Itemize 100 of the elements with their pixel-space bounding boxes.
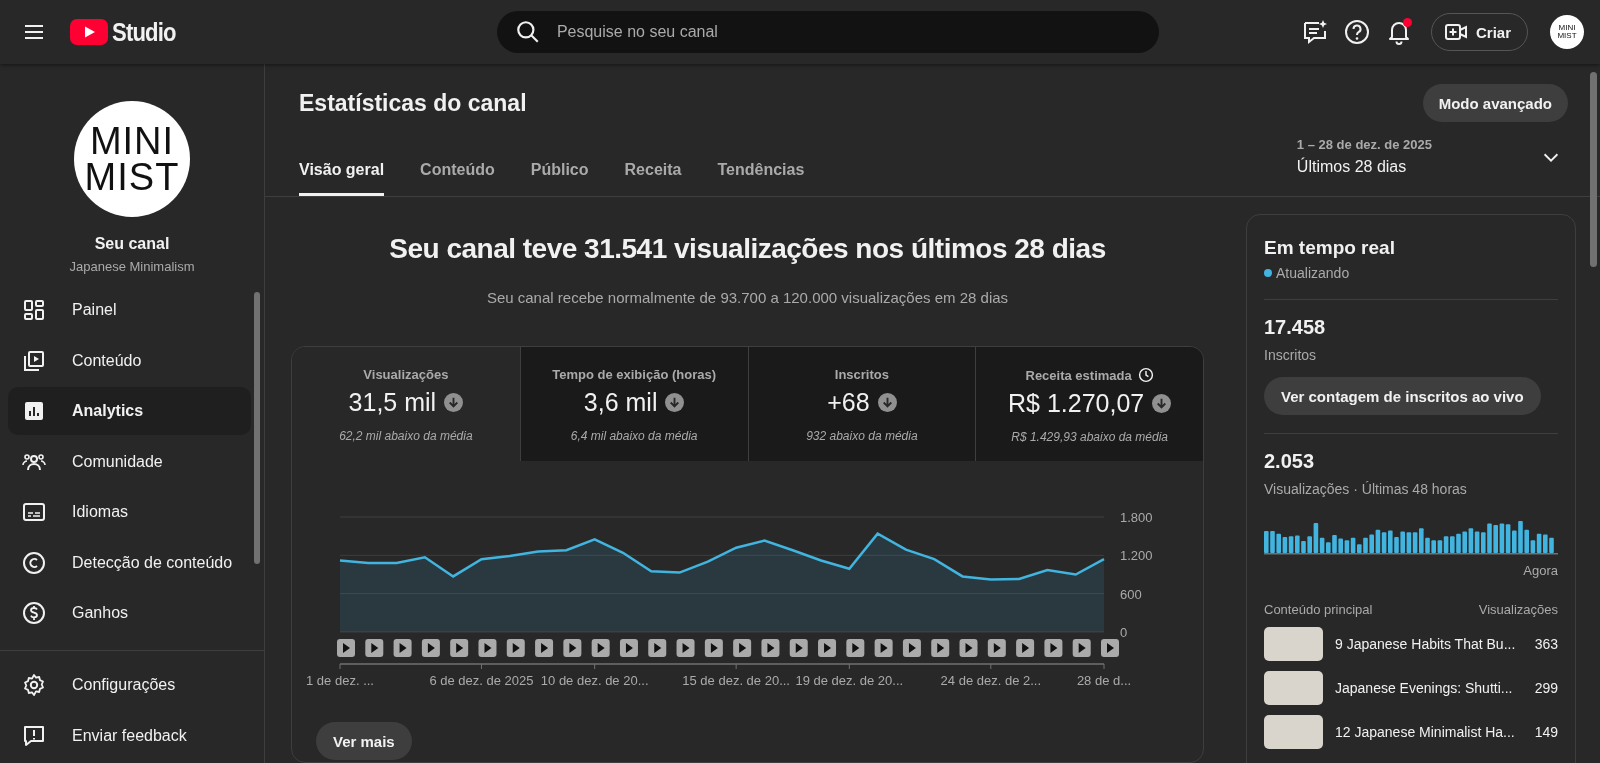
video-marker-icon[interactable] [535,639,554,657]
video-marker-icon[interactable] [874,639,893,657]
video-marker-icon[interactable] [365,639,384,657]
scrollbar[interactable] [254,292,260,564]
summary-text: Seu canal recebe normalmente de 93.700 a 120.000 visualizações em 28 dias [486,289,1009,306]
video-marker-icon[interactable] [1044,639,1063,657]
y-axis-label: 600 [1120,586,1142,602]
video-marker-icon[interactable] [619,639,638,657]
play-logo-icon[interactable] [70,19,108,45]
tab[interactable]: Conteúdo [420,161,495,196]
x-axis-label: 19 de dez. de 20... [795,673,904,688]
tab[interactable]: Visão geral [299,161,385,196]
y-axis-label: 0 [1120,625,1128,640]
metric-tab[interactable]: Tempo de exibição (horas) 3,6 mil 6,4 mil abaixo da média [519,347,748,461]
video-marker-icon[interactable] [846,639,865,657]
view-count: 299 [1534,680,1558,696]
axis-label: Agora [1522,563,1558,578]
video-marker-icon[interactable] [761,639,780,657]
dashboard-icon [22,298,46,322]
sidebar-item[interactable]: Analytics [8,387,251,435]
video-marker-icon[interactable] [337,639,355,657]
channel-avatar[interactable]: MINI MIST [1550,15,1584,49]
tab[interactable]: Tendências [717,161,805,196]
video-marker-icon[interactable] [733,639,752,657]
card-title: Em tempo real [1264,237,1396,259]
view-count: 149 [1534,724,1558,740]
view-label: Visualizações · Últimas 48 horas [1264,481,1468,497]
video-library-icon [22,348,46,373]
summary-headline: Seu canal teve 31.541 visualizações nos últimos 28 dias [389,233,1106,265]
video-marker-icon[interactable] [421,639,440,657]
video-marker-icon[interactable] [1072,639,1091,657]
sidebar-item[interactable]: Configurações [8,661,251,709]
video-marker-icon[interactable] [563,639,582,657]
sidebar-item[interactable]: Conteúdo [8,336,251,385]
x-axis-label: 10 de dez. de 20... [540,673,649,688]
video-marker-icon[interactable] [450,639,469,657]
x-axis-label: 1 de dez. ... [306,673,374,688]
dollar-icon [22,601,46,625]
see-more-button[interactable]: Ver mais [316,722,412,760]
video-marker-icon[interactable] [1101,639,1119,657]
logo-text[interactable]: Studio [112,16,176,48]
video-thumbnail-placeholder[interactable] [1264,627,1323,661]
x-axis-label: 24 de dez. de 2... [940,673,1042,688]
channel-logo[interactable]: MINI MIST [74,101,190,217]
search-icon [514,19,541,45]
view-count: 363 [1534,636,1558,652]
date-range-picker[interactable]: 1 – 28 de dez. de 2025 Últimos 28 dias [1290,136,1568,196]
help-icon[interactable] [1342,18,1371,46]
subtitles-icon [22,500,46,524]
video-marker-icon[interactable] [591,639,610,657]
video-marker-icon[interactable] [478,639,497,657]
subscriber-count: 17.458 [1264,316,1327,339]
video-marker-icon[interactable] [959,639,978,657]
copyright-icon [22,550,46,575]
video-marker-icon[interactable] [818,639,837,657]
sidebar-item[interactable]: Idiomas [8,488,251,536]
video-marker-icon[interactable] [676,639,695,657]
column-header: Visualizações [1478,602,1558,617]
y-axis-label: 1.200 [1120,548,1153,564]
video-marker-icon[interactable] [902,639,921,657]
video-marker-icon[interactable] [704,639,723,657]
video-thumbnail-placeholder[interactable] [1264,671,1323,705]
video-marker-icon[interactable] [789,639,808,657]
search-field[interactable]: Pesquise no seu canal [496,11,1159,53]
y-axis-label: 1.800 [1120,510,1153,525]
column-header: Conteúdo principal [1264,602,1373,617]
subscriber-label: Inscritos [1264,347,1318,363]
sidebar-item[interactable]: Detecção de conteúdo [8,538,251,587]
video-marker-icon[interactable] [506,639,525,657]
video-marker-icon[interactable] [648,639,667,657]
video-marker-icon[interactable] [1016,639,1035,657]
clock-icon [1137,367,1154,383]
video-title[interactable]: Japanese Evenings: Shutti... [1335,680,1523,696]
channel-name: Japanese Minimalism [69,259,195,274]
video-marker-icon[interactable] [987,639,1006,657]
video-title[interactable]: 9 Japanese Habits That Bu... [1335,636,1523,652]
status-dot-icon [1264,269,1272,277]
advanced-mode-button[interactable]: Modo avançado [1422,84,1568,122]
x-axis-label: 15 de dez. de 20... [682,673,790,688]
scrollbar[interactable] [1590,72,1597,267]
live-count-button[interactable]: Ver contagem de inscritos ao vivo [1264,377,1541,415]
metric-tab[interactable]: Receita estimada R$ 1.270,07 R$ 1.429,93 abaixo da média [975,347,1203,461]
video-marker-icon[interactable] [393,639,412,657]
status-text: Atualizando [1276,265,1350,281]
sidebar-item[interactable]: Comunidade [8,437,251,486]
page-title: Estatísticas do canal [299,89,527,117]
sidebar-item[interactable]: Enviar feedback [8,711,251,760]
x-axis-label: 6 de dez. de 2025 [429,673,534,688]
video-thumbnail-placeholder[interactable] [1264,715,1323,749]
video-marker-icon[interactable] [931,639,950,657]
tab[interactable]: Público [530,161,589,196]
video-title[interactable]: 12 Japanese Minimalist Ha... [1335,724,1523,740]
view-count: 2.053 [1264,450,1316,473]
bar-chart-icon [22,399,46,423]
sidebar-item[interactable]: Ganhos [8,589,251,637]
sidebar-item[interactable]: Painel [8,286,251,334]
tab[interactable]: Receita [624,161,682,196]
settings-icon [22,673,46,697]
metric-tab[interactable]: Inscritos +68 932 abaixo da média [747,347,976,461]
channel-title: Seu canal [94,235,170,253]
